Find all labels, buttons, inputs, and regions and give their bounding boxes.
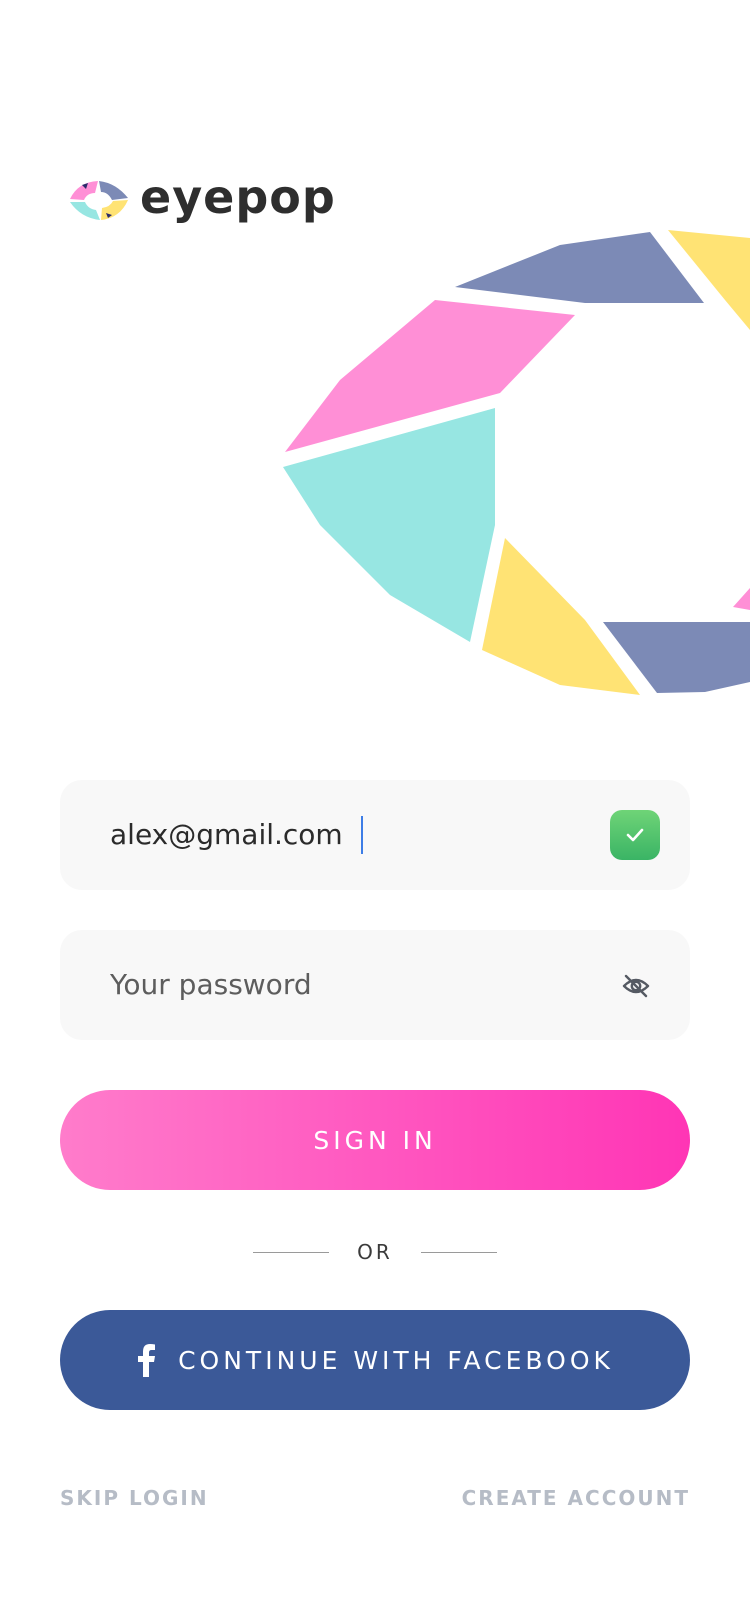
eye-shutter-illustration [283, 230, 750, 695]
email-input-value[interactable]: alex@gmail.com [110, 780, 343, 890]
text-caret [360, 816, 363, 854]
facebook-label: CONTINUE WITH FACEBOOK [178, 1345, 614, 1375]
facebook-icon [138, 1344, 156, 1377]
eye-off-icon [622, 974, 650, 998]
divider-line-left [253, 1251, 330, 1253]
or-label: OR [357, 1240, 393, 1264]
create-account-link[interactable]: CREATE ACCOUNT [462, 1486, 690, 1510]
sign-in-button[interactable]: SIGN IN [60, 1090, 690, 1190]
email-valid-badge [610, 810, 660, 860]
check-icon [626, 828, 644, 842]
skip-login-link[interactable]: SKIP LOGIN [60, 1486, 209, 1510]
password-placeholder[interactable]: Your password [110, 930, 312, 1040]
logo-wordmark: eyepop [140, 170, 336, 224]
shutter-blade-slate-top [455, 232, 704, 303]
sign-in-label: SIGN IN [313, 1125, 437, 1155]
email-field[interactable]: alex@gmail.com [60, 780, 690, 890]
divider-line-right [420, 1251, 497, 1253]
password-field[interactable]: Your password [60, 930, 690, 1040]
continue-with-facebook-button[interactable]: CONTINUE WITH FACEBOOK [60, 1310, 690, 1410]
eyepop-logo-icon [70, 181, 128, 220]
app-logo: eyepop [68, 174, 336, 222]
shutter-blade-pink-edge [733, 588, 750, 610]
or-divider: OR [0, 1232, 750, 1272]
password-visibility-toggle[interactable] [620, 970, 652, 1002]
shutter-blade-yellow-bottom [482, 538, 640, 695]
